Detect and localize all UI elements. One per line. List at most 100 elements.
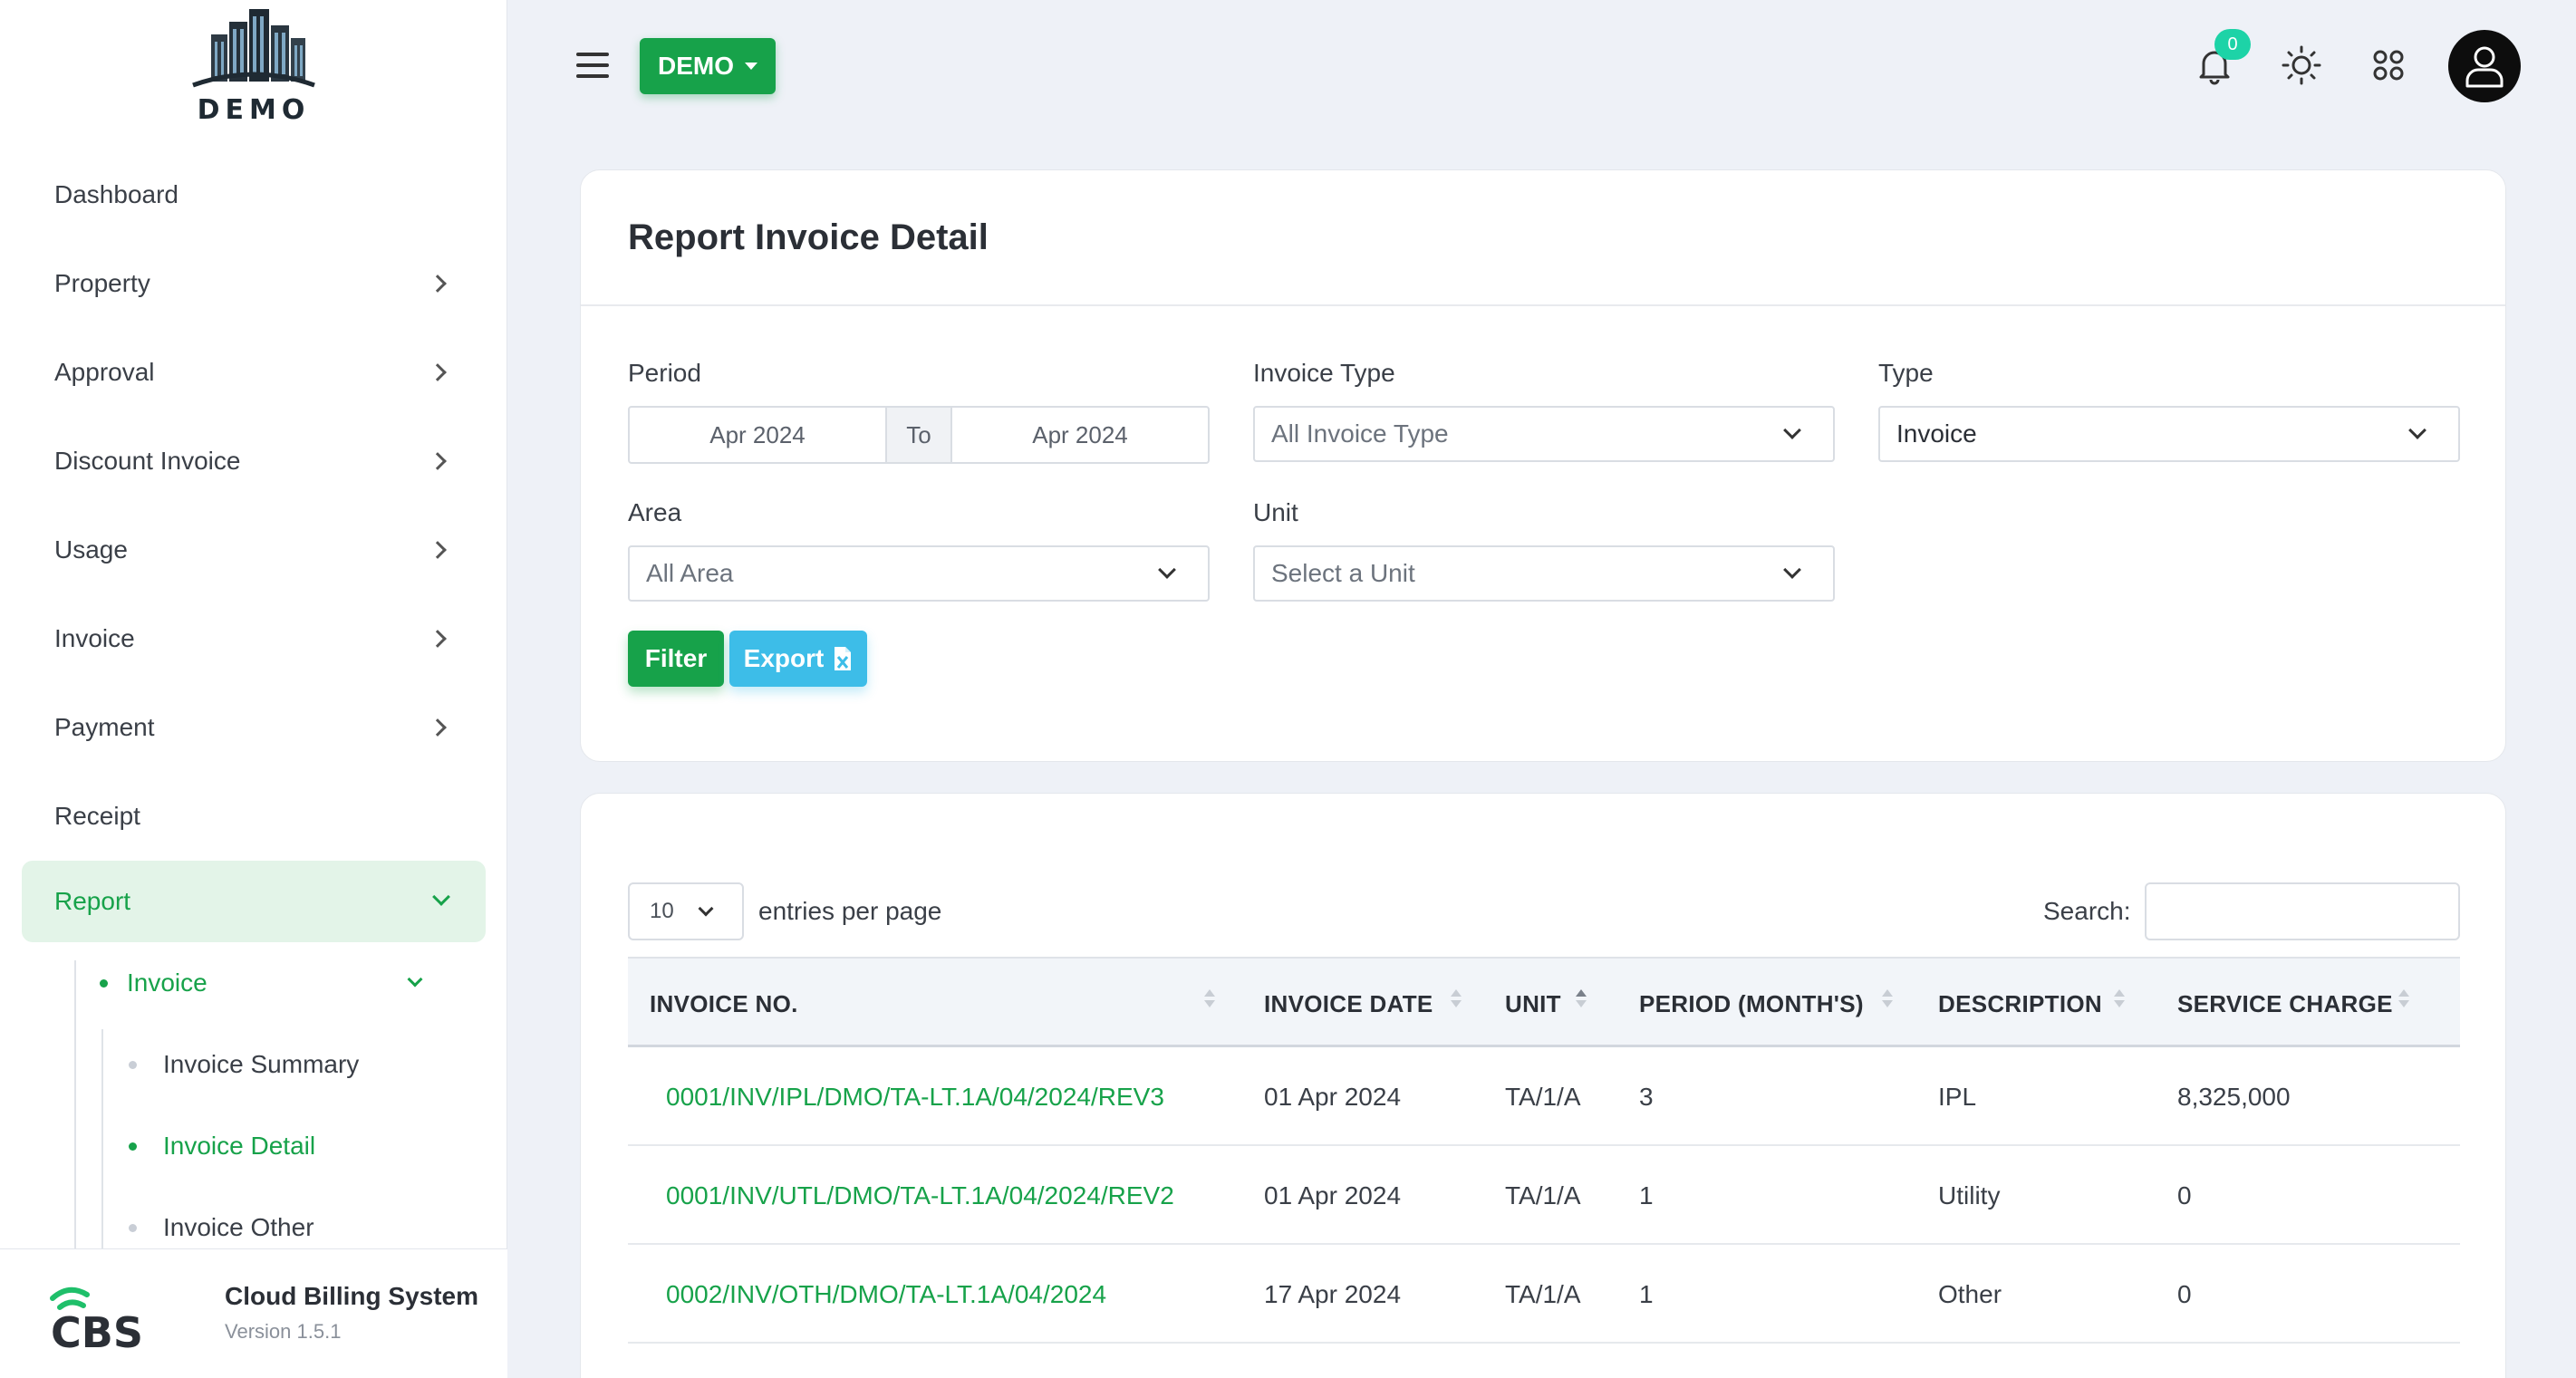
chevron-down-icon bbox=[698, 901, 714, 917]
search-input[interactable] bbox=[2145, 882, 2460, 940]
period-from-input[interactable]: Apr 2024 bbox=[630, 408, 885, 462]
brand-logo[interactable]: DEMO bbox=[181, 9, 326, 127]
sidebar-item-report[interactable]: Report bbox=[22, 861, 486, 942]
column-header-unit[interactable]: UNIT bbox=[1505, 959, 1561, 1049]
chevron-down-icon bbox=[1783, 561, 1801, 579]
bullet-icon bbox=[100, 979, 108, 988]
app-version: Version 1.5.1 bbox=[225, 1320, 342, 1343]
chevron-down-icon bbox=[1783, 421, 1801, 439]
sun-icon[interactable] bbox=[2280, 43, 2323, 87]
sidebar-subitem-invoice[interactable]: Invoice bbox=[0, 942, 507, 1024]
property-switcher-button[interactable]: DEMO bbox=[640, 38, 776, 94]
service-charge-cell: 0 bbox=[2177, 1279, 2192, 1308]
notification-count-badge: 0 bbox=[2214, 29, 2251, 60]
period-range: Apr 2024 To Apr 2024 bbox=[628, 406, 1210, 464]
sidebar-item-label: Usage bbox=[54, 535, 128, 564]
user-icon bbox=[2465, 46, 2504, 88]
sort-icon[interactable] bbox=[1204, 989, 1215, 1017]
export-button-label: Export bbox=[743, 644, 825, 672]
apps-grid-icon[interactable] bbox=[2367, 43, 2410, 87]
search-label: Search: bbox=[2043, 897, 2131, 925]
sidebar-item-label: Dashboard bbox=[54, 180, 178, 208]
sidebar-subitem-label: Invoice bbox=[127, 968, 207, 997]
table-row: 0001/INV/UTL/DMO/TA-LT.1A/04/2024/REV2 0… bbox=[628, 1146, 2460, 1245]
sidebar-subitem-invoice-summary[interactable]: Invoice Summary bbox=[0, 1024, 507, 1105]
unit-cell: TA/1/A bbox=[1505, 1279, 1581, 1308]
invoice-no-link[interactable]: 0001/INV/UTL/DMO/TA-LT.1A/04/2024/REV2 bbox=[666, 1146, 1174, 1245]
invoice-date-cell: 17 Apr 2024 bbox=[1264, 1279, 1402, 1308]
invoice-date-cell: 01 Apr 2024 bbox=[1264, 1180, 1402, 1209]
table-header: INVOICE NO. INVOICE DATE UNIT PERIOD (MO… bbox=[628, 957, 2460, 1047]
user-avatar[interactable] bbox=[2448, 30, 2521, 102]
export-button[interactable]: Export bbox=[729, 631, 867, 687]
sidebar-item-usage[interactable]: Usage bbox=[0, 506, 507, 594]
type-select[interactable]: Invoice bbox=[1878, 406, 2460, 462]
invoice-no-link[interactable]: 0002/INV/OTH/DMO/TA-LT.1A/04/2024 bbox=[666, 1245, 1106, 1344]
invoice-no-link[interactable]: 0001/INV/IPL/DMO/TA-LT.1A/04/2024/REV3 bbox=[666, 1047, 1164, 1146]
submenu-guide-line bbox=[101, 1029, 103, 1265]
sidebar-subitem-label: Invoice Summary bbox=[163, 1050, 360, 1078]
area-select[interactable]: All Area bbox=[628, 545, 1210, 602]
sidebar-item-dashboard[interactable]: Dashboard bbox=[0, 150, 507, 239]
area-value: All Area bbox=[646, 559, 734, 587]
invoice-type-value: All Invoice Type bbox=[1271, 419, 1449, 448]
unit-value: Select a Unit bbox=[1271, 559, 1415, 587]
menu-icon[interactable] bbox=[576, 53, 609, 80]
invoice-type-label: Invoice Type bbox=[1253, 359, 1395, 387]
sort-icon[interactable] bbox=[2114, 989, 2125, 1017]
chevron-down-icon bbox=[432, 888, 450, 906]
sidebar-subitem-invoice-detail[interactable]: Invoice Detail bbox=[0, 1105, 507, 1187]
description-cell: IPL bbox=[1938, 1082, 1977, 1111]
sort-icon[interactable] bbox=[2398, 989, 2409, 1017]
sidebar-item-payment[interactable]: Payment bbox=[0, 683, 507, 772]
filter-button[interactable]: Filter bbox=[628, 631, 724, 687]
cbs-logo-icon: CBS bbox=[50, 1286, 143, 1351]
chevron-down-icon bbox=[1158, 561, 1176, 579]
submenu-guide-line bbox=[74, 960, 76, 1259]
bullet-icon bbox=[129, 1224, 137, 1232]
brand-logo-text: DEMO bbox=[197, 94, 311, 126]
sidebar-item-property[interactable]: Property bbox=[0, 239, 507, 328]
column-header-invoice-date[interactable]: INVOICE DATE bbox=[1264, 959, 1433, 1049]
sidebar: DEMO Dashboard Property Approval Discoun… bbox=[0, 0, 507, 1378]
sidebar-item-label: Receipt bbox=[54, 802, 140, 830]
sort-icon[interactable] bbox=[1882, 989, 1893, 1017]
sidebar-item-approval[interactable]: Approval bbox=[0, 328, 507, 417]
sidebar-item-discount-invoice[interactable]: Discount Invoice bbox=[0, 417, 507, 506]
sort-icon[interactable] bbox=[1451, 989, 1462, 1017]
entries-per-page-select[interactable]: 10 bbox=[628, 882, 744, 940]
filter-card: Report Invoice Detail Period Apr 2024 To… bbox=[580, 169, 2506, 762]
chevron-right-icon bbox=[429, 630, 447, 648]
page-title: Report Invoice Detail bbox=[581, 170, 2505, 306]
chevron-down-icon bbox=[407, 971, 423, 988]
invoice-date-cell: 01 Apr 2024 bbox=[1264, 1082, 1402, 1111]
column-header-invoice-no[interactable]: INVOICE NO. bbox=[650, 959, 798, 1049]
invoice-detail-table: INVOICE NO. INVOICE DATE UNIT PERIOD (MO… bbox=[628, 957, 2460, 1344]
sidebar-item-invoice[interactable]: Invoice bbox=[0, 594, 507, 683]
entries-per-page-value: 10 bbox=[650, 899, 674, 923]
sidebar-item-receipt[interactable]: Receipt bbox=[0, 772, 507, 861]
sidebar-subitem-label: Invoice Detail bbox=[163, 1132, 316, 1160]
area-label: Area bbox=[628, 498, 682, 526]
column-header-description[interactable]: DESCRIPTION bbox=[1938, 959, 2102, 1049]
entries-per-page-label: entries per page bbox=[758, 897, 942, 925]
filter-button-label: Filter bbox=[644, 644, 708, 672]
sidebar-item-label: Discount Invoice bbox=[54, 447, 241, 475]
type-label: Type bbox=[1878, 359, 1934, 387]
unit-select[interactable]: Select a Unit bbox=[1253, 545, 1835, 602]
period-label: Period bbox=[628, 359, 701, 387]
unit-cell: TA/1/A bbox=[1505, 1082, 1581, 1111]
bullet-icon bbox=[129, 1061, 137, 1069]
chevron-right-icon bbox=[429, 363, 447, 381]
period-cell: 1 bbox=[1639, 1279, 1654, 1308]
report-submenu: Invoice Invoice Summary Invoice Detail I… bbox=[0, 942, 507, 1268]
column-header-service-charge[interactable]: SERVICE CHARGE bbox=[2177, 959, 2393, 1049]
column-header-period[interactable]: PERIOD (MONTH'S) bbox=[1639, 959, 1864, 1049]
chevron-down-icon bbox=[2408, 421, 2426, 439]
description-cell: Other bbox=[1938, 1279, 2002, 1308]
period-to-input[interactable]: Apr 2024 bbox=[952, 408, 1208, 462]
results-card: 10 entries per page Search: INVOICE NO. … bbox=[580, 793, 2506, 1378]
sort-asc-icon[interactable] bbox=[1576, 989, 1587, 1017]
invoice-type-select[interactable]: All Invoice Type bbox=[1253, 406, 1835, 462]
service-charge-cell: 8,325,000 bbox=[2177, 1082, 2291, 1111]
